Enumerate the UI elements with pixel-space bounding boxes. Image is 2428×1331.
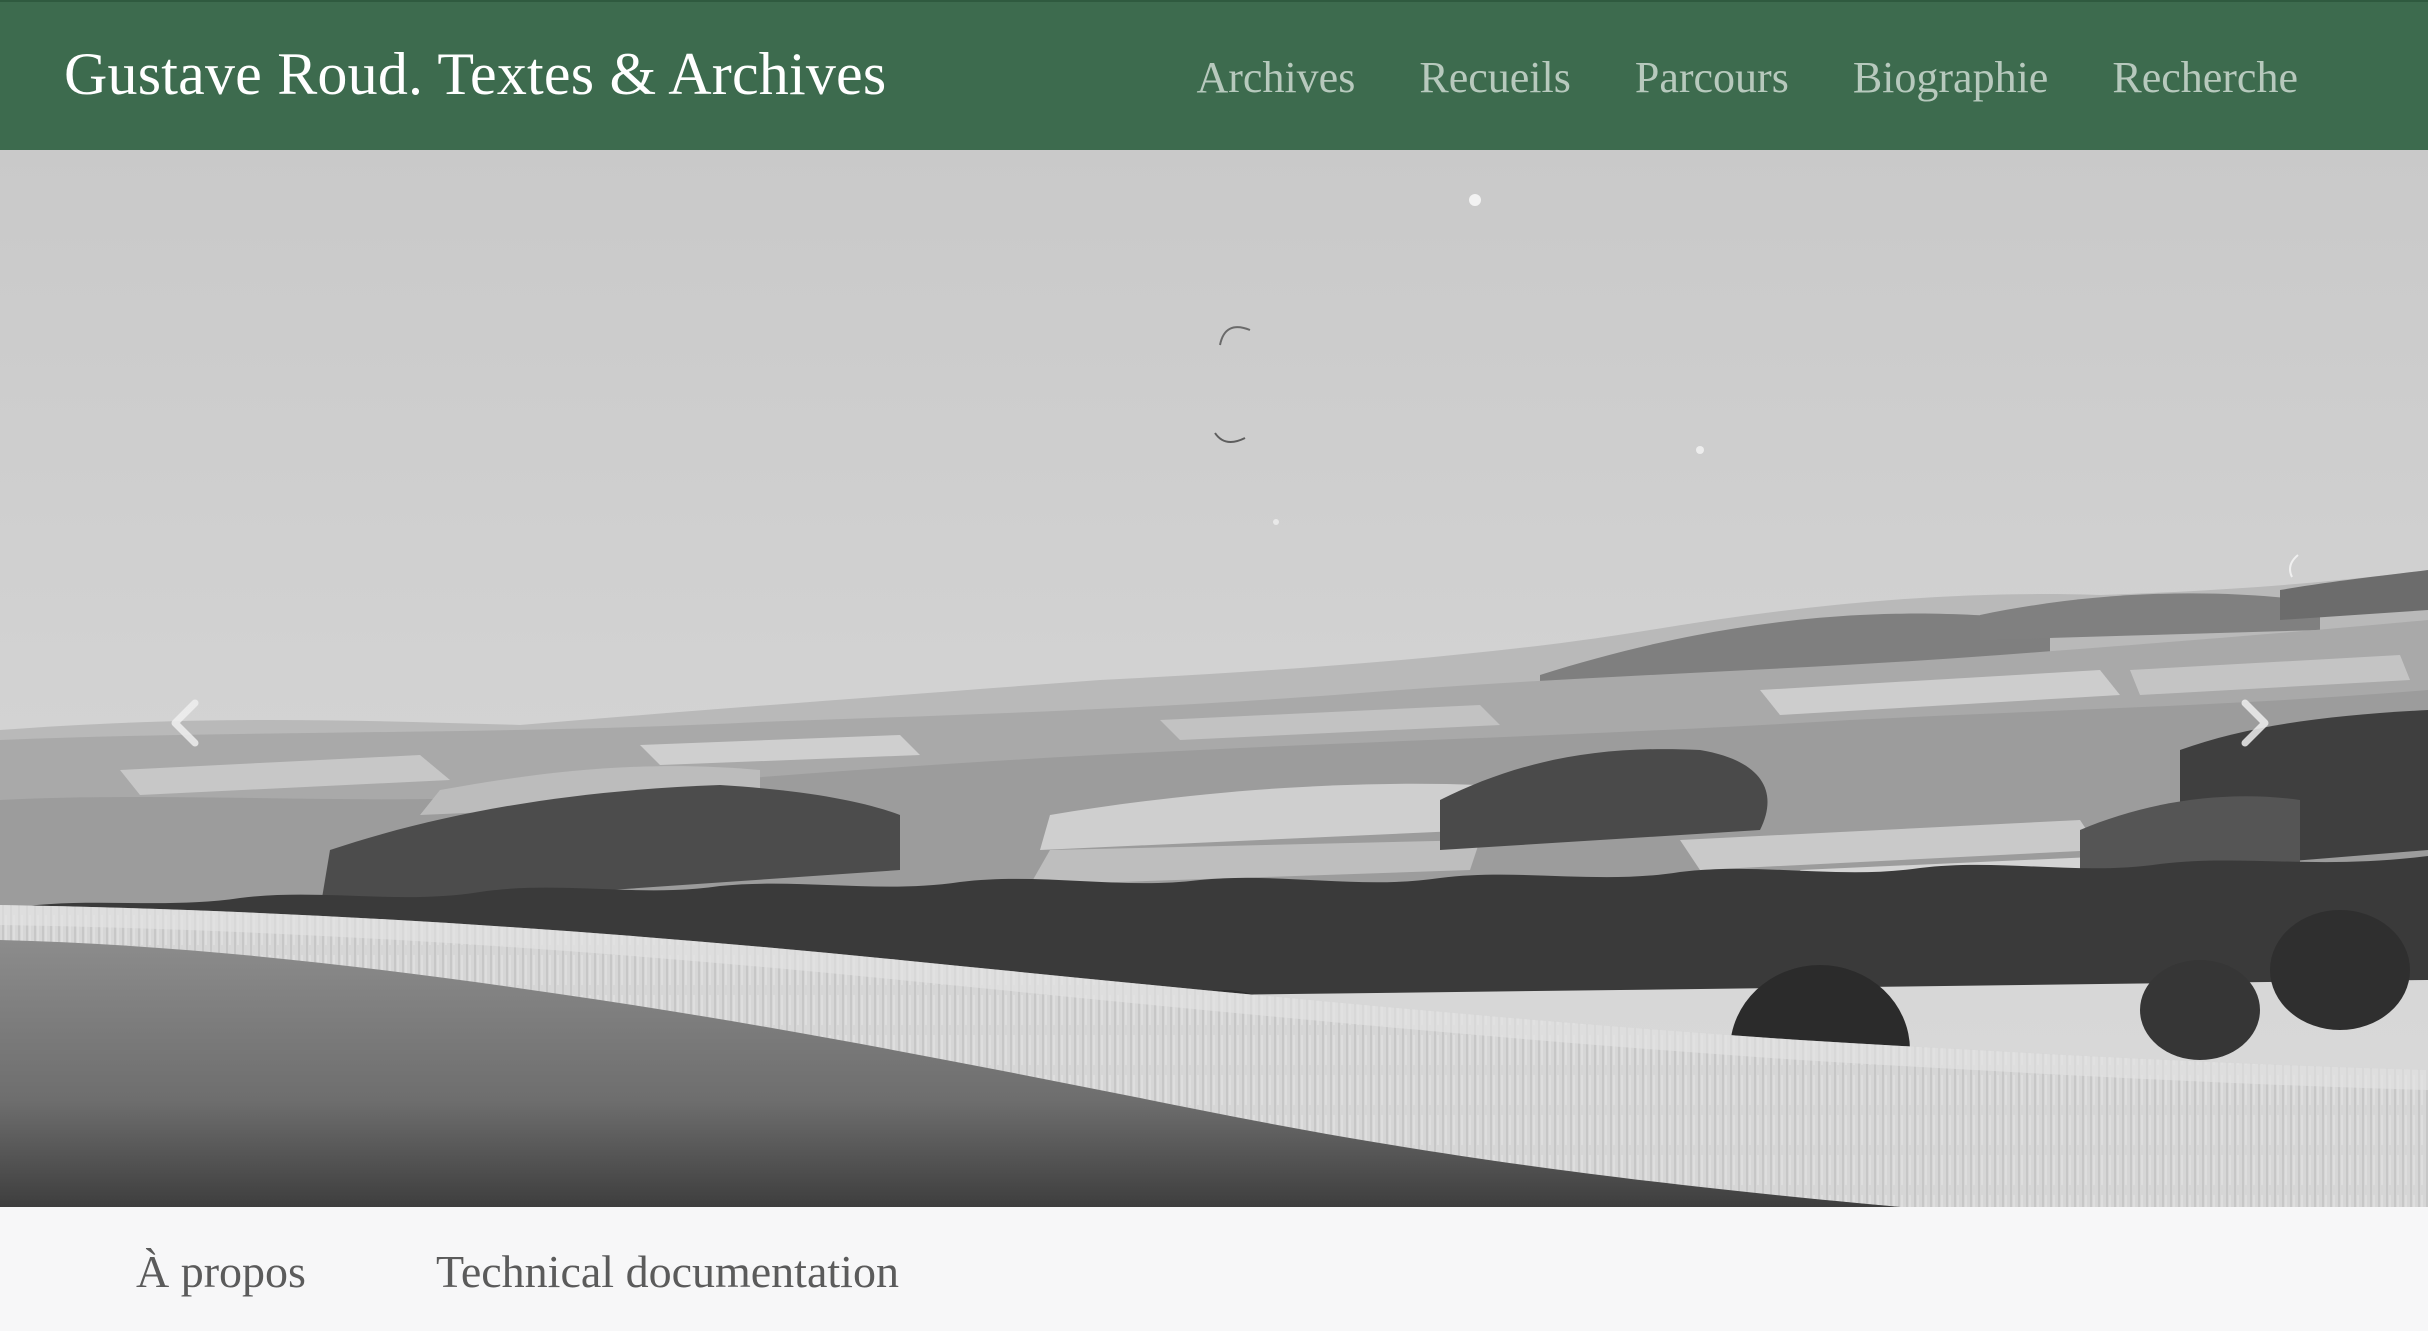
chevron-left-icon: [171, 699, 199, 747]
footer-link-a-propos[interactable]: À propos: [136, 1245, 306, 1298]
nav-link-parcours[interactable]: Parcours: [1635, 52, 1789, 103]
carousel-prev-button[interactable]: [155, 688, 215, 758]
page: Gustave Roud. Textes & Archives Archives…: [0, 0, 2428, 1331]
chevron-right-icon: [2241, 699, 2269, 747]
main-nav: Archives Recueils Parcours Biographie Re…: [1197, 52, 2299, 103]
footer-link-technical-documentation[interactable]: Technical documentation: [436, 1245, 899, 1298]
nav-link-recherche[interactable]: Recherche: [2112, 52, 2298, 103]
landscape-photo: [0, 150, 2428, 1207]
carousel-next-button[interactable]: [2225, 688, 2285, 758]
site-header: Gustave Roud. Textes & Archives Archives…: [0, 0, 2428, 150]
nav-link-recueils[interactable]: Recueils: [1419, 52, 1571, 103]
footer-nav: À propos Technical documentation: [136, 1245, 899, 1298]
hero-carousel: [0, 150, 2428, 1207]
site-footer: À propos Technical documentation: [0, 1207, 2428, 1331]
nav-link-biographie[interactable]: Biographie: [1853, 52, 2049, 103]
nav-link-archives[interactable]: Archives: [1197, 52, 1356, 103]
site-title-link[interactable]: Gustave Roud. Textes & Archives: [64, 40, 886, 109]
